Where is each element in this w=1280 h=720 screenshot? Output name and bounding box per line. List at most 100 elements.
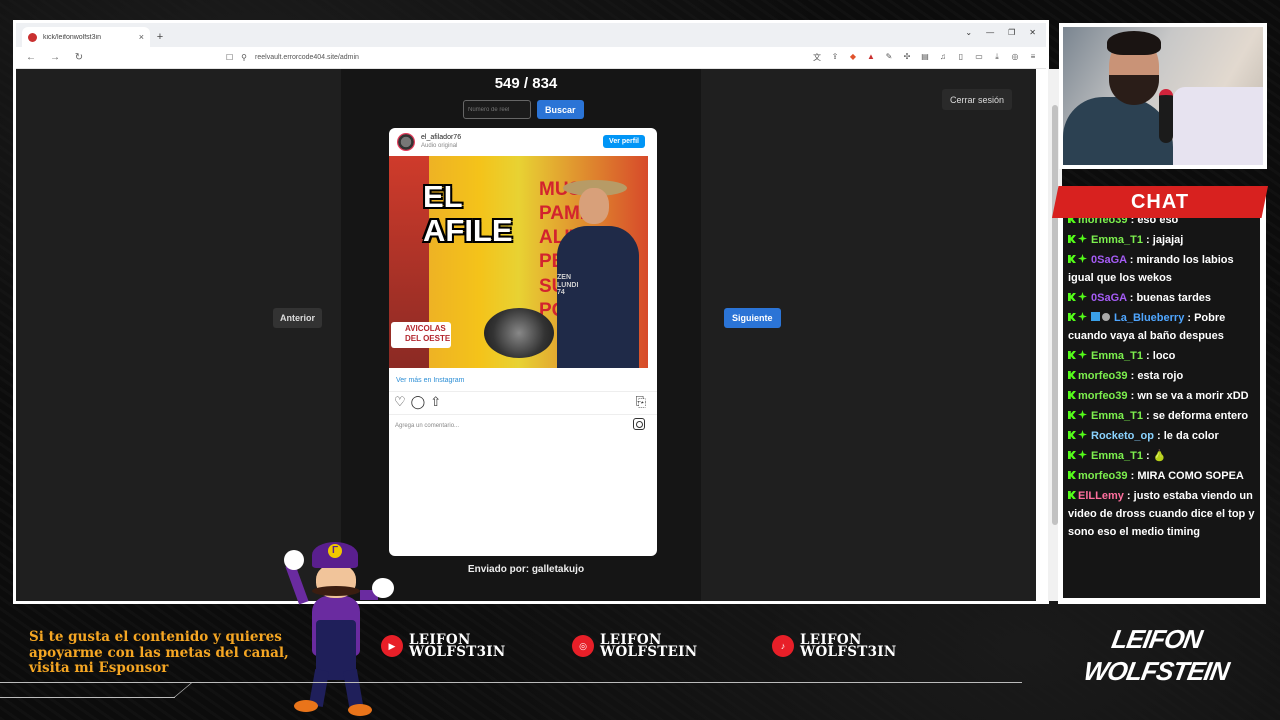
tab-title: kick/leifonwolfst3in — [43, 33, 101, 41]
divider-line — [0, 697, 175, 698]
chat-message: morfeo39 : wn se va a morir xDD — [1068, 386, 1258, 406]
kick-badge-icon — [1068, 431, 1076, 439]
store-sign: AVICOLAS DEL OESTE — [391, 322, 451, 348]
chat-username[interactable]: 0SaGA — [1091, 292, 1127, 304]
avatar[interactable] — [397, 133, 415, 151]
kick-badge-icon — [1068, 313, 1076, 321]
sub-badge-icon — [1078, 350, 1087, 359]
comment-input[interactable]: Agrega un comentario... — [395, 423, 459, 429]
emote-badge-icon — [1102, 313, 1110, 321]
instagram-embed: el_afilador76 Audio original Ver perfil … — [389, 128, 657, 556]
menu-icon[interactable]: ≡ — [1028, 52, 1038, 63]
bookmark-icon[interactable]: ⎘ — [636, 394, 646, 410]
youtube-handle: ▶ LEIFON WOLFST3IN — [381, 633, 506, 659]
back-icon[interactable]: ← — [24, 52, 38, 63]
reload-icon[interactable]: ↻ — [72, 52, 86, 63]
kick-badge-icon — [1068, 391, 1076, 399]
next-button[interactable]: Siguiente — [724, 308, 781, 328]
split-view-icon[interactable]: ▯ — [956, 52, 966, 63]
address-bar: ← → ↻ ☐ ⚲ reelvault.errorcode404.site/ad… — [16, 47, 1046, 69]
webcam-feed — [1063, 27, 1263, 165]
forward-icon[interactable]: → — [48, 52, 62, 63]
sub-badge-icon — [1078, 234, 1087, 243]
window-controls: ⌄ — ❐ ✕ — [965, 28, 1046, 42]
reel-number-input[interactable] — [463, 100, 531, 119]
sponsor-promo-text: Si te gusta el contenido y quieres apoya… — [29, 629, 289, 676]
comment-icon[interactable]: ◯ — [411, 394, 426, 410]
ig-username[interactable]: el_afilador76 — [421, 134, 461, 141]
kick-badge-icon — [1068, 371, 1076, 379]
chat-title: CHAT — [1130, 190, 1190, 213]
kick-badge-icon — [1068, 235, 1076, 243]
chat-username[interactable]: Emma_T1 — [1091, 410, 1143, 422]
url-field[interactable]: ☐ ⚲ reelvault.errorcode404.site/admin — [226, 53, 802, 62]
new-tab-button[interactable]: + — [150, 27, 170, 47]
chat-username[interactable]: morfeo39 — [1078, 390, 1128, 402]
chat-message: Emma_T1 : loco — [1068, 346, 1258, 366]
tiktok-icon: ♪ — [772, 635, 794, 657]
chat-message: 0SaGA : buenas tardes — [1068, 288, 1258, 308]
sub-badge-icon — [1078, 254, 1087, 263]
vpn-icon[interactable]: ◎ — [1010, 52, 1020, 63]
chat-text: se deforma entero — [1152, 410, 1249, 422]
chat-username[interactable]: ElLLemy — [1078, 490, 1124, 502]
heart-icon[interactable]: ♡ — [394, 394, 406, 410]
kick-badge-icon — [1068, 471, 1076, 479]
chat-username[interactable]: Emma_T1 — [1091, 350, 1143, 362]
close-window-icon[interactable]: ✕ — [1029, 28, 1036, 37]
chevron-down-icon[interactable]: ⌄ — [965, 28, 972, 37]
share-icon[interactable]: ⇧ — [430, 394, 441, 410]
kick-badge-icon — [1068, 351, 1076, 359]
ig-audio-label[interactable]: Audio original — [421, 143, 461, 150]
close-tab-icon[interactable]: × — [139, 32, 144, 42]
chat-username[interactable]: morfeo39 — [1078, 370, 1128, 382]
chat-text: loco — [1152, 350, 1176, 362]
sidebar-icon[interactable]: ▤ — [920, 52, 930, 63]
site-info-icon[interactable]: ⚲ — [241, 53, 247, 62]
download-icon[interactable]: ⤓ — [992, 52, 1002, 63]
chat-message: Emma_T1 : se deforma entero — [1068, 406, 1258, 426]
browser-tab[interactable]: kick/leifonwolfst3in × — [22, 27, 150, 47]
chat-text: MIRA COMO SOPEA — [1137, 470, 1244, 482]
minimize-icon[interactable]: — — [986, 28, 994, 37]
wallet-icon[interactable]: ▭ — [974, 52, 984, 63]
chat-username[interactable]: Emma_T1 — [1091, 234, 1143, 246]
kick-badge-icon — [1068, 451, 1076, 459]
ig-header: el_afilador76 Audio original Ver perfil — [389, 128, 657, 156]
sub-badge-icon — [1078, 450, 1087, 459]
shield-icon[interactable]: ◆ — [848, 52, 858, 63]
puzzle-icon[interactable]: ✣ — [902, 52, 912, 63]
reel-video[interactable]: MUSL PAMPE ALITAS PECHU SUPR POL ZEN LUN… — [389, 156, 648, 368]
logout-button[interactable]: Cerrar sesión — [942, 89, 1013, 110]
chat-username[interactable]: Rocketo_op — [1091, 430, 1154, 442]
chat-text: esta rojo — [1137, 370, 1184, 382]
chat-username[interactable]: La_Blueberry — [1114, 312, 1184, 324]
previous-button[interactable]: Anterior — [273, 308, 323, 328]
url-text[interactable]: reelvault.errorcode404.site/admin — [255, 54, 359, 61]
tab-bar: kick/leifonwolfst3in × + ⌄ — ❐ ✕ — [16, 23, 1046, 47]
chat-username[interactable]: morfeo39 — [1078, 470, 1128, 482]
rewards-icon[interactable]: ▲ — [866, 52, 876, 63]
bookmark-icon[interactable]: ☐ — [226, 53, 233, 62]
chat-username[interactable]: morfeo39 — [1078, 218, 1128, 226]
chat-username[interactable]: Emma_T1 — [1091, 450, 1143, 462]
search-button[interactable]: Buscar — [537, 100, 584, 119]
chat-username[interactable]: 0SaGA — [1091, 254, 1127, 266]
chat-message: Rocketo_op : le da color — [1068, 426, 1258, 446]
view-profile-button[interactable]: Ver perfil — [603, 135, 645, 148]
chat-text: le da color — [1163, 430, 1219, 442]
webcam-frame — [1059, 23, 1267, 169]
instagram-handle: ◎ LEIFON WOLFSTEIN — [572, 633, 697, 659]
channel-logo: LEIFON WOLFSTEIN — [1081, 624, 1231, 686]
view-more-link[interactable]: Ver más en Instagram — [396, 377, 464, 384]
pin-icon[interactable]: ✎ — [884, 52, 894, 63]
translate-icon[interactable]: 文 — [812, 52, 822, 63]
share-icon[interactable]: ⇪ — [830, 52, 840, 63]
chat-message: morfeo39 : MIRA COMO SOPEA — [1068, 466, 1258, 486]
sub-badge-icon — [1078, 430, 1087, 439]
instagram-icon[interactable] — [633, 418, 645, 430]
chat-messages: morfeo39 : eso eso Emma_T1 : jajajaj 0SaGA… — [1068, 218, 1258, 542]
music-icon[interactable]: ♫ — [938, 52, 948, 63]
restore-icon[interactable]: ❐ — [1008, 28, 1015, 37]
kick-badge-icon — [1068, 411, 1076, 419]
